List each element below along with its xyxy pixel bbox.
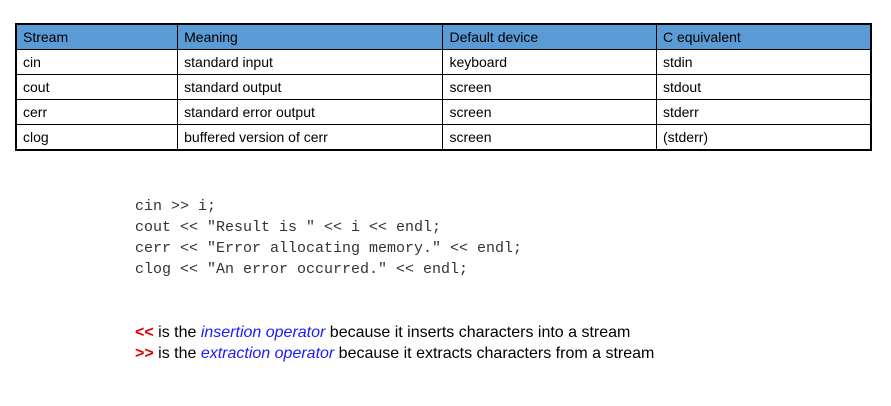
cell-device: screen xyxy=(442,74,657,100)
note-text: is the xyxy=(153,324,201,341)
note-text: is the xyxy=(153,345,201,362)
cell-meaning: buffered version of cerr xyxy=(177,124,444,151)
header-c-equivalent: C equivalent xyxy=(655,23,872,50)
cell-device: keyboard xyxy=(442,49,657,75)
code-line: cerr << "Error allocating memory." << en… xyxy=(135,240,523,257)
operator-notes: << is the insertion operator because it … xyxy=(135,322,654,364)
code-block: cin >> i; cout << "Result is " << i << en… xyxy=(135,196,522,280)
cell-c-equivalent: stderr xyxy=(655,99,872,125)
note-text: because it inserts characters into a str… xyxy=(325,324,631,341)
table-row: clog buffered version of cerr screen (st… xyxy=(15,124,872,151)
insertion-operator-term: insertion operator xyxy=(200,324,326,341)
cell-c-equivalent: (stderr) xyxy=(655,124,872,151)
table-row: cout standard output screen stdout xyxy=(15,74,872,100)
code-line: clog << "An error occurred." << endl; xyxy=(135,261,469,278)
note-text: because it extracts characters from a st… xyxy=(334,345,655,362)
extraction-operator-symbol: >> xyxy=(135,345,154,362)
cell-device: screen xyxy=(442,124,657,151)
header-default-device: Default device xyxy=(442,23,657,50)
note-line: >> is the extraction operator because it… xyxy=(135,343,654,364)
note-line: << is the insertion operator because it … xyxy=(135,322,654,343)
cell-c-equivalent: stdout xyxy=(655,74,872,100)
cell-c-equivalent: stdin xyxy=(655,49,872,75)
cell-stream: cerr xyxy=(15,99,179,125)
table-row: cin standard input keyboard stdin xyxy=(15,49,872,75)
cell-stream: cout xyxy=(15,74,179,100)
cell-meaning: standard input xyxy=(177,49,444,75)
table-header-row: Stream Meaning Default device C equivale… xyxy=(15,23,872,50)
code-line: cin >> i; xyxy=(135,198,217,215)
code-line: cout << "Result is " << i << endl; xyxy=(135,219,442,236)
stream-table: Stream Meaning Default device C equivale… xyxy=(15,23,872,151)
cell-meaning: standard output xyxy=(177,74,444,100)
extraction-operator-term: extraction operator xyxy=(200,345,335,362)
header-meaning: Meaning xyxy=(177,23,444,50)
insertion-operator-symbol: << xyxy=(135,324,154,341)
cell-stream: clog xyxy=(15,124,179,151)
header-stream: Stream xyxy=(15,23,179,50)
table-row: cerr standard error output screen stderr xyxy=(15,99,872,125)
cell-meaning: standard error output xyxy=(177,99,444,125)
cell-stream: cin xyxy=(15,49,179,75)
cell-device: screen xyxy=(442,99,657,125)
